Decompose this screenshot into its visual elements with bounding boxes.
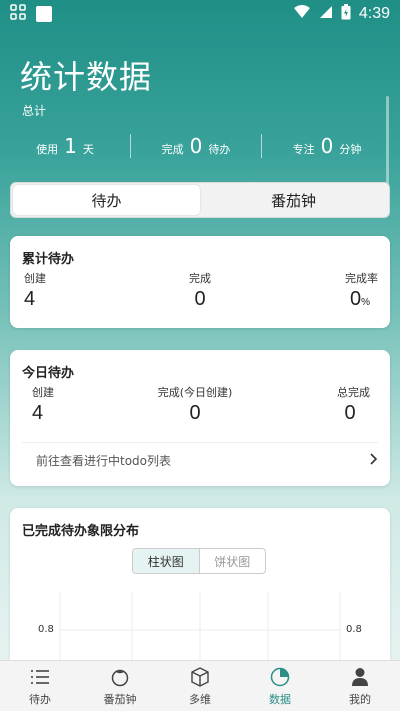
stat-label: 总完成 (337, 386, 370, 399)
nav-item-multidimension[interactable]: 多维 (160, 661, 240, 711)
stat-value: 4 (24, 288, 36, 310)
stat-value: 0 (344, 402, 356, 424)
stats-type-segment: 待办 番茄钟 (10, 182, 390, 218)
bottom-nav: 待办 番茄钟 多维 数据 我的 (0, 660, 400, 711)
card-title: 累计待办 (22, 252, 75, 267)
summary-focus-value: 0 (320, 134, 334, 158)
tab-pomodoro[interactable]: 番茄钟 (200, 185, 387, 215)
nav-label: 番茄钟 (103, 692, 137, 706)
summary-usage-unit: 天 (82, 143, 94, 156)
summary-completed: 完成 0 待办 (131, 134, 261, 158)
tab-todo[interactable]: 待办 (13, 185, 200, 215)
stat-label: 创建 (32, 386, 54, 399)
status-bar: 4:39 (0, 0, 400, 28)
nav-item-todo[interactable]: 待办 (0, 661, 80, 711)
summary-focus-label: 专注 (292, 143, 315, 156)
card-title: 已完成待办象限分布 (22, 524, 140, 539)
chevron-right-icon (368, 453, 378, 468)
tomato-icon (109, 666, 131, 688)
stat-completed-today: 完成(今日创建) 0 (140, 384, 250, 425)
stat-value: 0% (328, 288, 378, 311)
nav-item-me[interactable]: 我的 (320, 661, 400, 711)
summary-row: 使用 1 天 完成 0 待办 专注 0 分钟 (0, 130, 392, 162)
stat-completed: 完成 0 (170, 270, 230, 311)
quadrant-chart-area (59, 592, 341, 668)
nav-label: 待办 (29, 692, 51, 706)
stat-value: 0 (189, 402, 201, 424)
today-todo-card: 今日待办 创建 4 完成(今日创建) 0 总完成 0 前往查看进行中todo列表 (10, 350, 390, 486)
stat-value: 4 (32, 402, 44, 424)
chart-type-toggle: 柱状图 饼状图 (132, 548, 266, 574)
stat-label: 创建 (24, 272, 46, 285)
nav-item-pomodoro[interactable]: 番茄钟 (80, 661, 160, 711)
person-icon (349, 666, 371, 688)
stat-created: 创建 4 (24, 270, 54, 311)
summary-usage-label: 使用 (36, 143, 59, 156)
signal-icon (319, 5, 333, 23)
in-progress-todo-link[interactable]: 前往查看进行中todo列表 (22, 442, 378, 478)
wifi-icon (293, 5, 311, 23)
link-label: 前往查看进行中todo列表 (36, 454, 172, 468)
rate-unit: % (361, 297, 370, 308)
stat-label: 完成率 (345, 272, 378, 285)
nav-item-data[interactable]: 数据 (240, 661, 320, 711)
y-axis-tick-right: 0.8 (346, 624, 362, 635)
card-title: 今日待办 (22, 366, 75, 381)
cube-icon (189, 666, 211, 688)
y-axis-tick-left: 0.8 (38, 624, 54, 635)
stat-label: 完成 (189, 272, 211, 285)
stat-completion-rate: 完成率 0% (328, 270, 378, 311)
clock: 4:39 (358, 5, 390, 22)
grid-icon (10, 4, 26, 24)
stat-created: 创建 4 (32, 384, 62, 425)
notification-square-icon (36, 6, 52, 22)
total-subtitle: 总计 (22, 104, 47, 118)
summary-completed-label: 完成 (161, 143, 184, 156)
page-title: 统计数据 (20, 58, 153, 96)
stat-label: 完成(今日创建) (157, 386, 233, 399)
nav-label: 多维 (189, 692, 211, 706)
nav-label: 我的 (349, 692, 371, 706)
battery-icon (341, 4, 351, 24)
summary-completed-value: 0 (189, 134, 203, 158)
list-icon (29, 666, 51, 688)
pie-chart-toggle[interactable]: 饼状图 (200, 549, 266, 573)
summary-usage-value: 1 (64, 134, 77, 158)
stat-value: 0 (194, 288, 206, 310)
nav-label: 数据 (269, 692, 291, 706)
pie-chart-icon (269, 666, 291, 688)
summary-focus-unit: 分钟 (339, 143, 362, 156)
bar-chart-toggle[interactable]: 柱状图 (133, 549, 200, 573)
cumulative-todo-card: 累计待办 创建 4 完成 0 完成率 0% (10, 236, 390, 328)
stat-total-completed: 总完成 0 (330, 384, 370, 425)
rate-number: 0 (349, 288, 362, 310)
quadrant-distribution-card: 已完成待办象限分布 柱状图 饼状图 0.8 0.8 (10, 508, 390, 668)
summary-focus: 专注 0 分钟 (262, 134, 392, 158)
summary-completed-unit: 待办 (208, 143, 231, 156)
summary-usage: 使用 1 天 (0, 134, 130, 158)
